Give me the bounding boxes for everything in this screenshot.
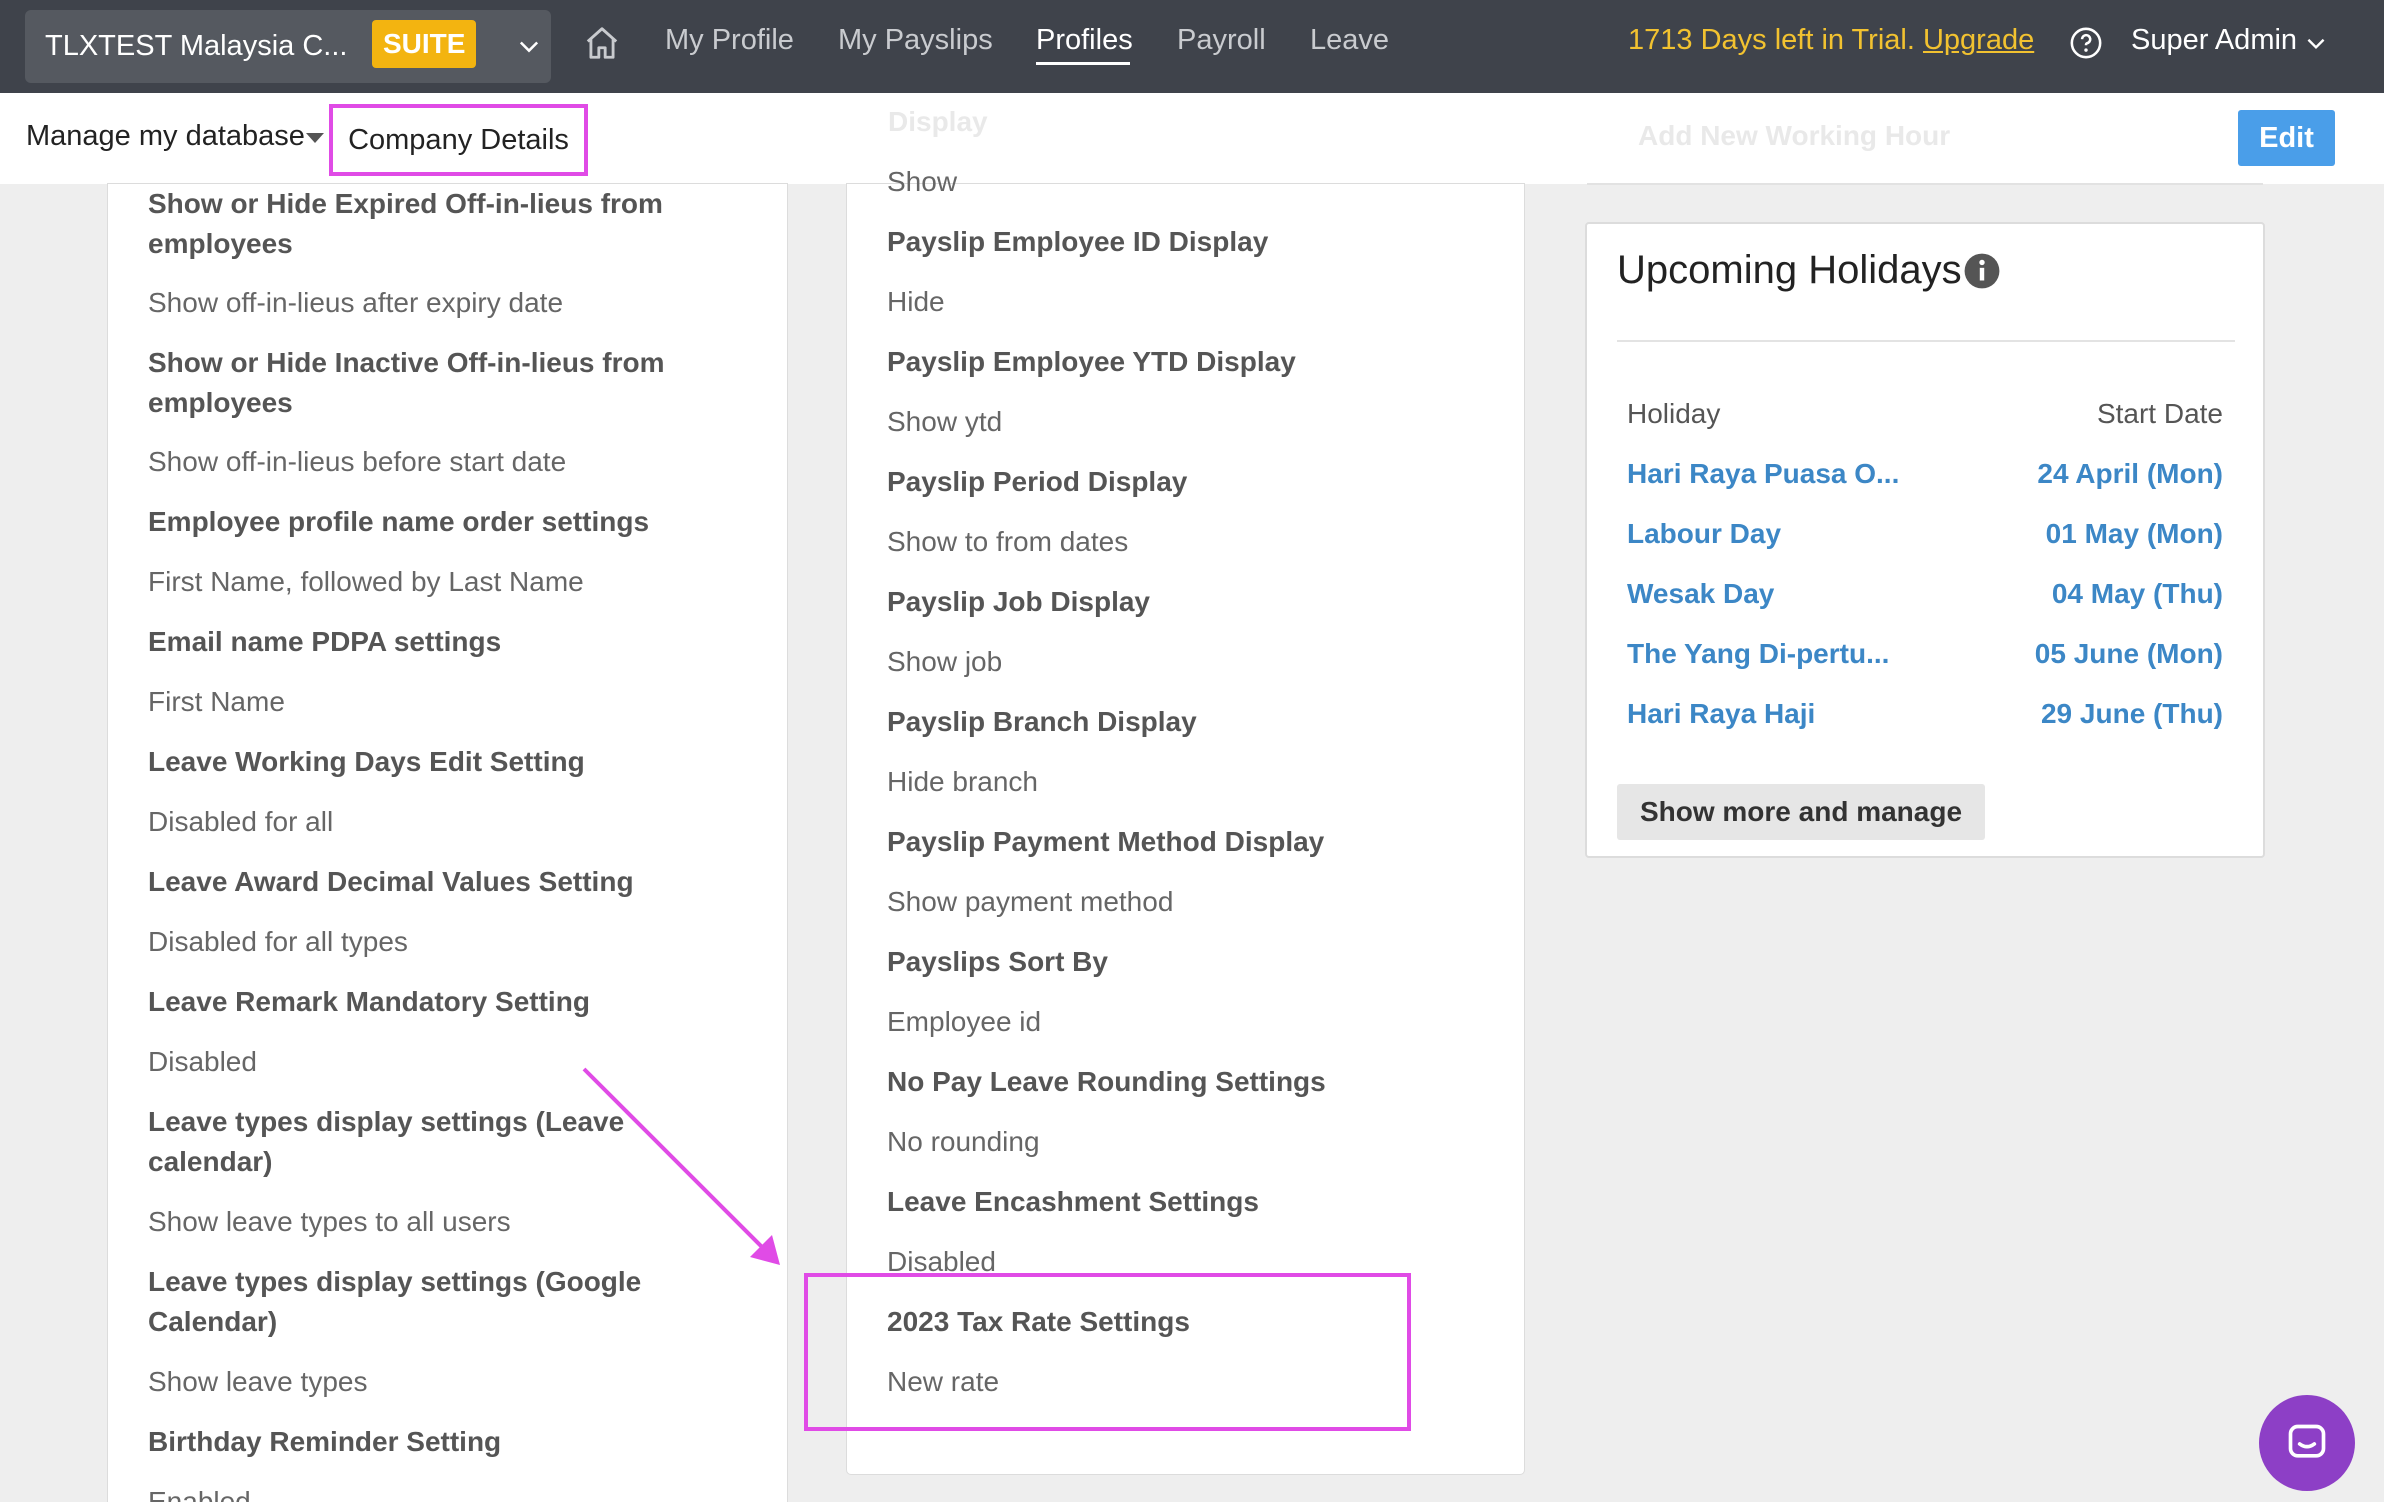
setting-title: Leave Award Decimal Values Setting [148,866,634,897]
setting-value: First Name, followed by Last Name [148,566,584,597]
setting-title: Birthday Reminder Setting [148,1426,502,1457]
setting-value: Show ytd [887,406,1003,437]
setting-title: Payslip Employee ID Display [887,226,1269,257]
holiday-name-link[interactable]: The Yang Di-pertu... [1627,638,1889,670]
help-icon[interactable] [2069,26,2103,60]
setting-title: Show or Hide Expired Off-in-lieus from e… [148,188,663,259]
holiday-date[interactable]: 04 May (Thu) [2052,578,2223,610]
setting-title: Payslip Employee YTD Display [887,346,1296,377]
setting-title: Payslip Job Display [887,586,1150,617]
top-navbar: TLXTEST Malaysia C... SUITE My Profile M… [0,0,2384,93]
user-menu[interactable]: Super Admin [2131,24,2297,57]
company-details-tab[interactable]: Company Details [329,104,588,176]
setting-value: Show job [887,646,1003,677]
column-header-holiday: Holiday [1627,398,1721,429]
setting-title: Show or Hide Inactive Off-in-lieus from … [148,347,665,418]
setting-value: Show to from dates [887,526,1129,557]
show-more-and-manage-button[interactable]: Show more and manage [1617,784,1985,840]
chat-launcher-button[interactable] [2259,1395,2355,1491]
home-icon[interactable] [583,24,621,62]
trial-text: 1713 Days left in Trial. [1628,24,1915,56]
setting-value: Show off-in-lieus before start date [148,446,567,477]
upgrade-link[interactable]: Upgrade [1923,24,2034,56]
column-header-start-date: Start Date [2096,398,2223,429]
active-tab-indicator [1036,62,1130,65]
setting-title: Payslips Sort By [887,946,1108,977]
faded-add-working-hour: Add New Working Hour [1638,120,1951,151]
holiday-name-link[interactable]: Hari Raya Haji [1627,698,1815,730]
company-name: TLXTEST Malaysia C... [45,30,345,62]
setting-value: First Name [148,686,285,717]
setting-title: Leave Remark Mandatory Setting [148,986,590,1017]
nav-payroll[interactable]: Payroll [1177,24,1266,57]
chat-icon [2288,1424,2326,1458]
setting-value: Disabled for all types [148,926,408,957]
setting-title: Payslip Payment Method Display [887,826,1325,857]
holiday-name-link[interactable]: Labour Day [1627,518,1781,550]
setting-value: Hide [887,286,945,317]
nav-leave[interactable]: Leave [1310,24,1389,57]
nav-profiles[interactable]: Profiles [1036,24,1133,57]
setting-value: Employee id [887,1006,1042,1037]
setting-value: Disabled for all [148,806,334,837]
holiday-name-link[interactable]: Hari Raya Puasa O... [1627,458,1899,490]
card-title: Upcoming Holidays [1617,248,1962,292]
setting-title: Payslip Branch Display [887,706,1197,737]
chevron-down-icon[interactable] [515,32,543,60]
nav-my-payslips[interactable]: My Payslips [838,24,993,57]
divider [1587,183,2263,185]
upcoming-holidays-card: Upcoming Holidays Holiday Start Date Har… [1585,222,2265,858]
setting-value: Show leave types [148,1366,368,1397]
holiday-name-link[interactable]: Wesak Day [1627,578,1774,610]
company-details-label: Company Details [348,123,569,156]
setting-value: Hide branch [887,766,1038,797]
caret-down-icon[interactable] [306,133,324,143]
settings-column-left: Show or Hide Expired Off-in-lieus from e… [108,184,787,1502]
suite-badge: SUITE [372,20,477,68]
setting-value: Enabled [148,1486,251,1502]
setting-value: Show [887,166,958,197]
edit-button[interactable]: Edit [2238,110,2335,166]
divider [1617,340,2235,342]
setting-title: Payslip Period Display [887,466,1188,497]
chevron-down-icon[interactable] [2303,30,2329,56]
setting-value: Show leave types to all users [148,1206,511,1237]
setting-title: Email name PDPA settings [148,626,502,657]
holiday-date[interactable]: 24 April (Mon) [2037,458,2223,490]
manage-database-dropdown[interactable]: Manage my database [26,120,305,153]
holiday-date[interactable]: 05 June (Mon) [2035,638,2223,670]
setting-title: Leave Encashment Settings [887,1186,1259,1217]
setting-title: Employee profile name order settings [148,506,650,537]
setting-value: Show payment method [887,886,1174,917]
company-switcher[interactable]: TLXTEST Malaysia C... SUITE [25,10,551,83]
info-icon[interactable] [1963,252,2001,290]
annotation-highlight-box [804,1273,1411,1431]
holiday-date[interactable]: 01 May (Mon) [2046,518,2223,550]
nav-my-profile[interactable]: My Profile [665,24,794,57]
setting-value: Show off-in-lieus after expiry date [148,287,564,318]
setting-value: Disabled [148,1046,257,1077]
trial-notice: 1713 Days left in Trial. Upgrade [1628,24,2034,57]
holiday-date[interactable]: 29 June (Thu) [2041,698,2223,730]
setting-value: No rounding [887,1126,1040,1157]
setting-title: No Pay Leave Rounding Settings [887,1066,1326,1097]
setting-title: Leave Working Days Edit Setting [148,746,585,777]
faded-heading: Display [888,106,988,137]
annotation-arrow-icon [582,1067,780,1265]
